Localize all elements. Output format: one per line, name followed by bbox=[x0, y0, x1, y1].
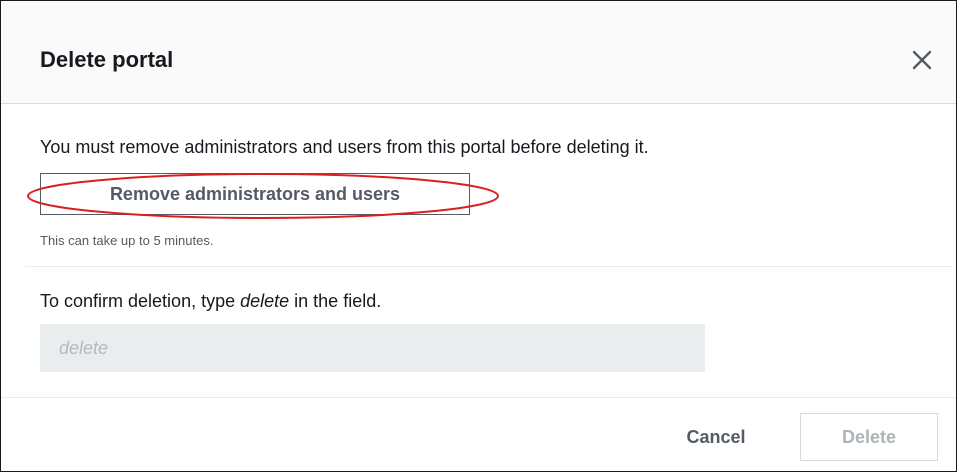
confirm-delete-input[interactable] bbox=[40, 324, 705, 372]
confirm-label-keyword: delete bbox=[240, 291, 290, 311]
confirm-deletion-label: To confirm deletion, type delete in the … bbox=[40, 291, 381, 312]
delete-portal-dialog: Delete portal You must remove administra… bbox=[0, 0, 957, 472]
footer-divider bbox=[1, 397, 956, 398]
confirm-label-prefix: To confirm deletion, type bbox=[40, 291, 241, 311]
delete-button[interactable]: Delete bbox=[800, 413, 938, 461]
removal-time-hint: This can take up to 5 minutes. bbox=[40, 233, 214, 248]
close-icon bbox=[912, 50, 932, 70]
remove-users-message: You must remove administrators and users… bbox=[40, 137, 649, 157]
dialog-title: Delete portal bbox=[40, 47, 174, 72]
close-button[interactable] bbox=[905, 43, 939, 77]
dialog-header: Delete portal bbox=[1, 1, 956, 104]
confirm-label-suffix: in the field. bbox=[289, 291, 382, 311]
section-divider bbox=[25, 266, 952, 267]
remove-administrators-and-users-button[interactable]: Remove administrators and users bbox=[40, 173, 470, 215]
cancel-button[interactable]: Cancel bbox=[661, 413, 771, 461]
